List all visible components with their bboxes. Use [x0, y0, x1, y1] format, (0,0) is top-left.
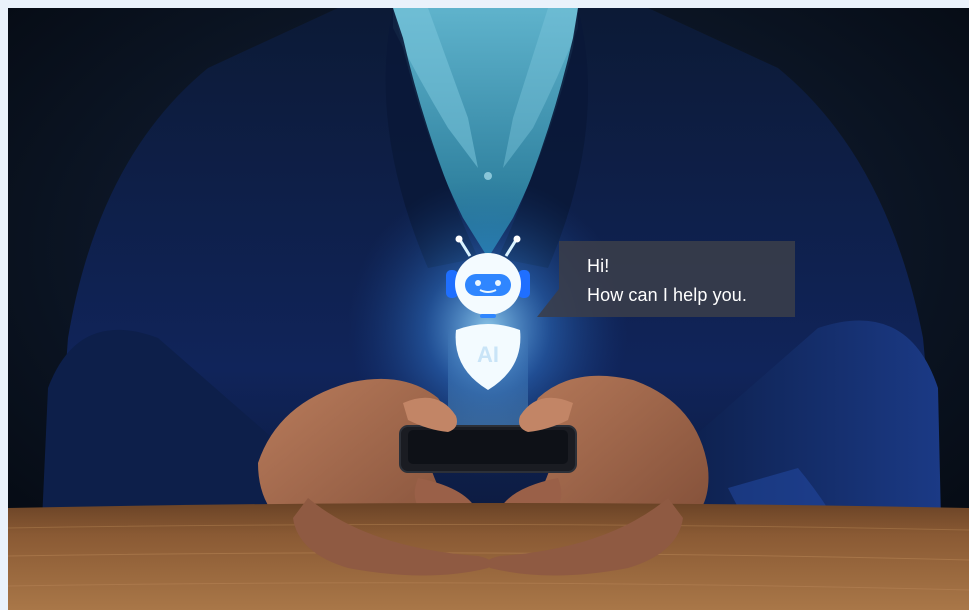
chat-bubble: Hi! How can I help you.: [537, 241, 795, 317]
ai-badge-text: AI: [477, 342, 499, 367]
chat-bubble-tail: [537, 289, 559, 317]
photo-frame: AI Hi! How can I help you.: [8, 8, 969, 610]
chat-greeting: Hi!: [587, 256, 610, 276]
chat-question: How can I help you.: [587, 285, 747, 305]
photo-scene: AI: [8, 8, 969, 610]
